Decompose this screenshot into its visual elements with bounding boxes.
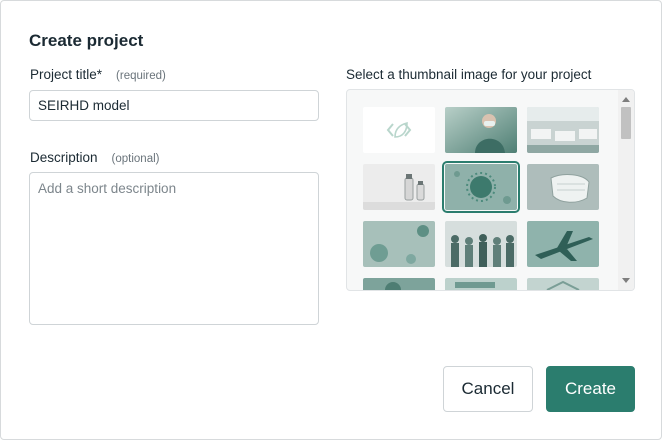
thumbnail-label: Select a thumbnail image for your projec… <box>346 67 592 82</box>
project-title-label: Project title* <box>30 67 103 82</box>
thumbnail-virus-particle[interactable] <box>442 161 520 213</box>
thumbnail-default[interactable] <box>363 107 435 153</box>
dialog-title: Create project <box>29 31 144 50</box>
thumbnail-picker <box>346 89 635 291</box>
scroll-down-arrow-icon[interactable] <box>622 278 630 283</box>
scrollbar-thumb[interactable] <box>621 107 631 139</box>
thumbnail-scrollbar[interactable] <box>618 90 634 290</box>
thumbnail-doctor-mask[interactable] <box>445 107 517 153</box>
create-button[interactable]: Create <box>546 366 635 412</box>
scroll-up-arrow-icon[interactable] <box>622 97 630 102</box>
project-title-input[interactable]: SEIRHD model <box>29 90 319 121</box>
thumbnail-partial-3[interactable] <box>527 278 599 290</box>
project-title-label-row: Project title* (required) <box>30 67 166 82</box>
code-leaf-icon <box>363 107 435 153</box>
thumbnail-hospital-ward[interactable] <box>527 107 599 153</box>
thumbnail-partial-2[interactable] <box>445 278 517 290</box>
description-label-row: Description (optional) <box>30 150 159 165</box>
cancel-button[interactable]: Cancel <box>443 366 533 412</box>
thumbnail-vaccine-vials[interactable] <box>363 164 435 210</box>
description-label: Description <box>30 150 98 165</box>
description-textarea[interactable]: Add a short description <box>29 172 319 325</box>
optional-hint: (optional) <box>111 153 160 165</box>
thumbnail-crowd[interactable] <box>445 221 517 267</box>
create-project-dialog: Create project Project title* (required) … <box>0 0 662 440</box>
thumbnail-face-mask[interactable] <box>527 164 599 210</box>
required-hint: (required) <box>116 70 166 82</box>
thumbnail-partial-1[interactable] <box>363 278 435 290</box>
thumbnail-virus-cluster[interactable] <box>363 221 435 267</box>
thumbnail-airplane[interactable] <box>527 221 599 267</box>
